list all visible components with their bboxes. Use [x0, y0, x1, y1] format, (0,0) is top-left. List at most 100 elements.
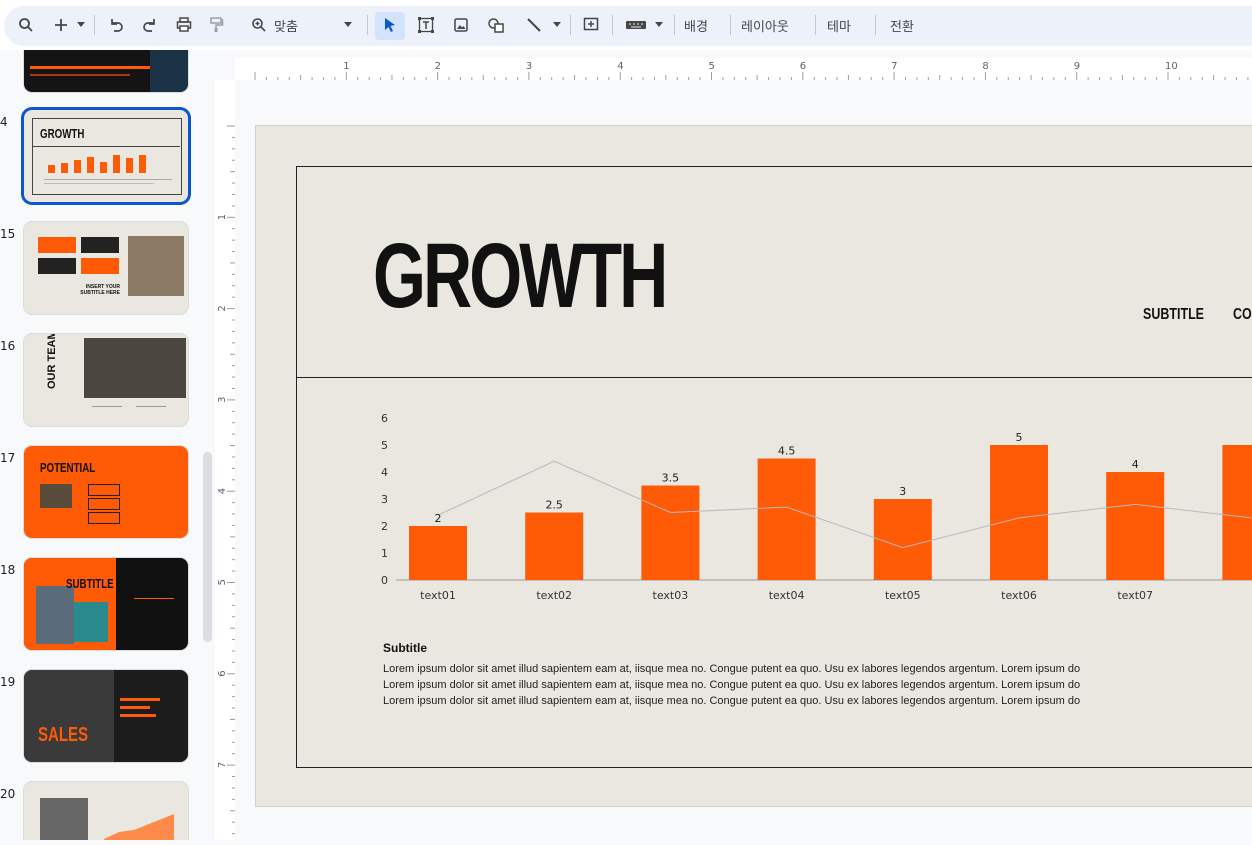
cursor-arrow-icon	[385, 18, 395, 32]
caret-down-icon	[77, 22, 85, 27]
layout-button[interactable]: 레이아웃	[741, 16, 789, 35]
x-axis-tick-label: text07	[1117, 589, 1153, 602]
ruler-label: 5	[217, 579, 228, 585]
ruler-label: 1	[217, 214, 228, 220]
ruler-label: 7	[217, 762, 228, 768]
undo-icon	[111, 19, 123, 32]
data-label: 4.5	[778, 445, 796, 458]
chart-bar	[757, 458, 816, 580]
toolbar-separator	[570, 15, 571, 35]
ruler-label: 6	[217, 670, 228, 676]
slide-thumbnail[interactable]: SUBTITLE	[24, 558, 188, 650]
plus-icon	[55, 19, 67, 31]
body-text-line[interactable]: Lorem ipsum dolor sit amet illud sapient…	[383, 663, 1080, 675]
print-button[interactable]	[172, 13, 196, 37]
paint-roller-icon	[210, 17, 224, 32]
slide-number: 16	[0, 339, 16, 353]
theme-button[interactable]: 테마	[827, 16, 851, 35]
undo-button[interactable]	[104, 13, 128, 37]
chart-bar	[873, 499, 932, 580]
slide-thumbnail[interactable]: POTENTIAL	[24, 446, 188, 538]
vertical-ruler: 1 2 3 4 5 6 7	[215, 80, 235, 840]
slide-thumbnail[interactable]	[24, 782, 188, 840]
keyboard-icon	[626, 21, 646, 29]
ruler-label: 2	[435, 61, 441, 72]
chart-bar	[409, 526, 467, 580]
toolbar-separator	[94, 15, 95, 35]
slide-number: 4	[0, 115, 8, 129]
bar-chart[interactable]: 0 1 2 3 4 5 6 2 2.5 3.5 4.5 3 5 4 text01 text02 text03 te…	[366, 406, 1252, 616]
data-label: 4	[1132, 458, 1139, 471]
thumb-area-chart	[104, 814, 174, 840]
zoom-dropdown[interactable]	[340, 13, 356, 37]
data-label: 3	[899, 485, 906, 498]
y-axis-tick-label: 0	[381, 574, 388, 587]
redo-button[interactable]	[138, 13, 162, 37]
insert-image-button[interactable]	[449, 13, 473, 37]
new-slide-dropdown[interactable]	[74, 13, 88, 37]
ruler-label: 7	[891, 61, 897, 72]
caret-down-icon	[655, 22, 663, 27]
slide-thumbnail[interactable]: SALES	[24, 670, 188, 762]
thumb-divider	[32, 146, 180, 147]
chart-bar	[1106, 472, 1165, 580]
toolbar-separator	[367, 15, 368, 35]
slide-number: 20	[0, 787, 16, 801]
y-axis-tick-label: 1	[381, 547, 388, 560]
slide-title[interactable]: GROWTH	[373, 224, 668, 329]
slide-thumbnail[interactable]: INSERT YOUR SUBTITLE HERE	[24, 222, 188, 314]
slide-header-text-cut[interactable]: CO	[1233, 306, 1252, 324]
data-label: 2.5	[545, 499, 563, 512]
ruler-label: 8	[982, 61, 988, 72]
zoom-label[interactable]: 맞춤	[274, 16, 298, 35]
thumb-accent-line	[30, 66, 150, 69]
x-axis-tick-label: text01	[420, 589, 456, 602]
ruler-label: 9	[1074, 61, 1080, 72]
thumb-title: POTENTIAL	[40, 460, 96, 475]
input-tools-dropdown[interactable]	[652, 13, 666, 37]
paint-format-button[interactable]	[204, 13, 228, 37]
input-tools-button[interactable]	[622, 13, 650, 37]
x-axis-tick-label: text05	[885, 589, 921, 602]
toolbar-separator	[875, 15, 876, 35]
filmstrip-scrollbar[interactable]	[203, 452, 212, 642]
zoom-in-icon	[252, 18, 266, 32]
insert-comment-button[interactable]	[579, 13, 603, 37]
slide-number: 15	[0, 227, 16, 241]
new-slide-button[interactable]	[50, 13, 72, 37]
add-comment-icon	[583, 17, 599, 31]
x-axis-tick-label: text06	[1001, 589, 1037, 602]
y-axis-tick-label: 5	[381, 439, 388, 452]
body-text-line[interactable]: Lorem ipsum dolor sit amet illud sapient…	[383, 679, 1080, 691]
zoom-button[interactable]	[248, 13, 270, 37]
slide-number: 19	[0, 675, 16, 689]
text-box-button[interactable]	[414, 13, 438, 37]
data-label: 5	[1016, 431, 1023, 444]
thumb-title: GROWTH	[40, 126, 85, 141]
toolbar: 맞춤 배경 레이아웃 테마 전환	[0, 0, 1252, 50]
toolbar-separator	[612, 15, 613, 35]
body-subtitle[interactable]: Subtitle	[383, 641, 427, 655]
chart-bar	[525, 512, 584, 580]
insert-shape-button[interactable]	[484, 13, 508, 37]
background-button[interactable]: 배경	[684, 16, 708, 35]
transition-button[interactable]: 전환	[890, 16, 914, 35]
slide-thumbnail[interactable]	[24, 50, 188, 92]
slide-subtitle[interactable]: SUBTITLE	[1143, 306, 1204, 324]
ruler-label: 1	[343, 61, 349, 72]
slide-thumbnail-selected[interactable]: GROWTH	[24, 110, 188, 202]
horizontal-ruler: 1 2 3 4 5 6 7 8 9 10	[235, 58, 1252, 80]
data-label: 2	[435, 512, 442, 525]
thumb-photo	[150, 50, 188, 92]
select-tool-button[interactable]	[378, 13, 402, 37]
body-text-line[interactable]: Lorem ipsum dolor sit amet illud sapient…	[383, 695, 1080, 707]
slide-editor[interactable]: GROWTH SUBTITLE CO 0 1 2 3 4 5 6 2 2.5 3.5 4.5 3 5 4 t…	[255, 125, 1252, 807]
printer-icon	[176, 17, 192, 32]
search-menus-button[interactable]	[14, 13, 38, 37]
line-tool-button[interactable]	[522, 13, 546, 37]
line-dropdown[interactable]	[550, 13, 564, 37]
slide-thumbnail[interactable]: OUR TEAM	[24, 334, 188, 426]
caret-down-icon	[553, 22, 561, 27]
thumb-accent-line	[30, 74, 130, 76]
slide-number: 18	[0, 563, 16, 577]
